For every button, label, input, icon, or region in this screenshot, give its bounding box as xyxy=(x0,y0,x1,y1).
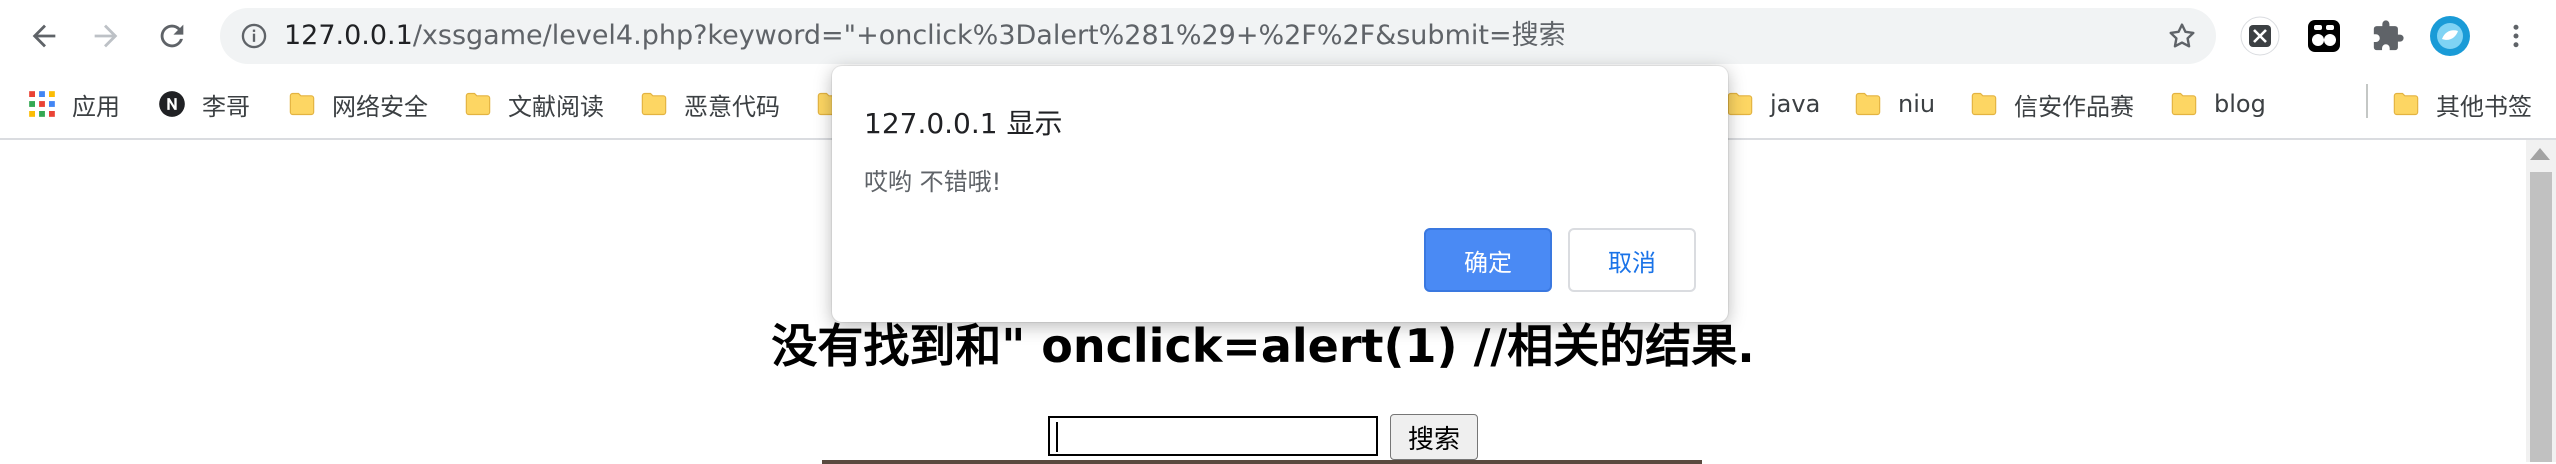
dialog-title: 127.0.0.1 显示 xyxy=(864,107,1063,140)
alert-dialog: 127.0.0.1 显示 哎哟 不错哦! 确定 取消 xyxy=(832,66,1728,322)
bookmark-folder[interactable]: niu xyxy=(1854,82,1935,126)
tampermonkey-button[interactable] xyxy=(2302,14,2346,58)
url-text[interactable]: 127.0.0.1/xssgame/level4.php?keyword="+o… xyxy=(284,8,1566,64)
bookmark-label: 应用 xyxy=(72,92,120,121)
reload-icon xyxy=(160,24,184,48)
apps-grid-icon xyxy=(29,91,55,117)
notion-icon xyxy=(159,91,185,117)
folder-icon xyxy=(2393,92,2419,116)
xss-extension-icon xyxy=(2240,16,2280,56)
scroll-up-arrow-icon[interactable] xyxy=(2530,148,2550,160)
url-host: 127.0.0.1 xyxy=(284,20,413,51)
bookmark-folder[interactable]: 文献阅读 xyxy=(464,82,604,126)
bookmark-label: 信安作品赛 xyxy=(2014,92,2134,121)
reload-button[interactable] xyxy=(146,10,198,62)
bookmark-label: 恶意代码 xyxy=(684,92,780,121)
text-caret xyxy=(1056,422,1058,452)
bookmark-star-icon[interactable] xyxy=(2166,20,2198,52)
bookmark-item[interactable]: 李哥 xyxy=(158,82,250,126)
forward-icon xyxy=(94,24,118,48)
folder-icon xyxy=(465,92,491,116)
xss-extension-button[interactable] xyxy=(2238,14,2282,58)
bookmark-folder[interactable]: blog xyxy=(2170,82,2266,126)
url-path: /xssgame/level4.php?keyword="+onclick%3D… xyxy=(412,20,1566,51)
profile-button[interactable] xyxy=(2428,14,2472,58)
search-button[interactable]: 搜索 xyxy=(1390,414,1478,460)
cancel-button[interactable]: 取消 xyxy=(1568,228,1696,292)
bookmark-label: 其他书签 xyxy=(2436,92,2532,121)
scroll-thumb[interactable] xyxy=(2530,172,2552,462)
bookmark-folder[interactable]: 恶意代码 xyxy=(640,82,780,126)
search-input[interactable] xyxy=(1048,416,1378,456)
dialog-message: 哎哟 不错哦! xyxy=(864,168,1002,196)
puzzle-extensions-icon xyxy=(2373,20,2404,51)
bookmark-folder[interactable]: 网络安全 xyxy=(288,82,428,126)
page-image-edge xyxy=(822,460,1702,464)
bookmark-label: 文献阅读 xyxy=(508,92,604,121)
tampermonkey-icon xyxy=(2308,20,2340,52)
bookmark-label: niu xyxy=(1898,90,1936,118)
bookmark-apps[interactable]: 应用 xyxy=(28,82,120,126)
profile-avatar-icon xyxy=(2430,16,2470,56)
folder-icon xyxy=(289,92,315,116)
folder-icon xyxy=(2171,92,2197,116)
more-menu-button[interactable] xyxy=(2494,14,2538,58)
bookmark-label: 网络安全 xyxy=(332,92,428,121)
bookmark-label: java xyxy=(1770,90,1821,118)
site-info-icon[interactable] xyxy=(240,22,268,50)
bookmark-label: 李哥 xyxy=(202,92,250,121)
ok-button[interactable]: 确定 xyxy=(1424,228,1552,292)
back-button[interactable] xyxy=(18,10,70,62)
bookmarks-divider xyxy=(2366,84,2368,118)
bookmark-folder[interactable]: java xyxy=(1726,82,1820,126)
extensions-button[interactable] xyxy=(2366,14,2410,58)
folder-icon xyxy=(1727,92,1753,116)
address-bar[interactable]: 127.0.0.1/xssgame/level4.php?keyword="+o… xyxy=(220,8,2216,64)
more-menu-icon xyxy=(2513,24,2519,48)
back-icon xyxy=(32,24,56,48)
browser-toolbar: 127.0.0.1/xssgame/level4.php?keyword="+o… xyxy=(0,0,2556,72)
folder-icon xyxy=(1971,92,1997,116)
bookmark-other-folder[interactable]: 其他书签 xyxy=(2392,82,2532,126)
bookmark-label: blog xyxy=(2214,90,2266,118)
folder-icon xyxy=(641,92,667,116)
folder-icon xyxy=(1855,92,1881,116)
bookmark-folder[interactable]: 信安作品赛 xyxy=(1970,82,2134,126)
forward-button[interactable] xyxy=(80,10,132,62)
